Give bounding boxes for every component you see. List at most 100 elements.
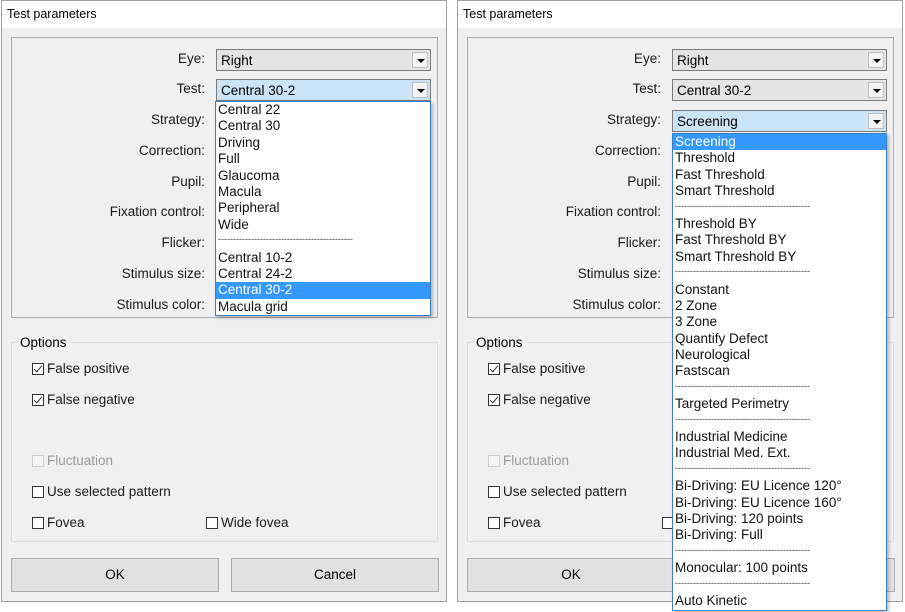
test-label: Test: [176,81,205,96]
fovea-checkbox[interactable]: Fovea [488,515,541,530]
dropdown-option[interactable]: Bi-Driving: EU Licence 120° [673,478,886,494]
fixation-control-label: Fixation control: [109,204,205,219]
checkbox-checked-icon[interactable] [488,394,500,406]
dropdown-option[interactable]: Constant [673,282,886,298]
test-dropdown-list[interactable]: Central 22 Central 30 Driving Full Glaucoma M… [215,101,431,317]
pupil-label: Pupil: [627,174,661,189]
ok-button[interactable]: OK [467,558,675,592]
dropdown-option[interactable]: Smart Threshold BY [673,249,886,265]
false-negative-label: False negative [503,392,591,407]
chevron-down-icon[interactable] [412,82,428,98]
dropdown-separator: ----------------------------------------… [675,544,810,555]
dropdown-option[interactable]: Screening [673,134,886,151]
checkbox-checked-icon[interactable] [488,363,500,375]
checkbox-icon[interactable] [32,517,44,529]
correction-label: Correction: [138,143,205,158]
options-title: Options [18,335,69,350]
dropdown-option[interactable]: Threshold [673,150,886,166]
test-value: Central 30-2 [221,83,296,98]
false-positive-checkbox[interactable]: False positive [488,361,586,376]
fluctuation-label: Fluctuation [47,453,114,468]
fovea-label: Fovea [503,515,541,530]
false-positive-checkbox[interactable]: False positive [32,361,130,376]
dropdown-option[interactable]: Wide [216,217,430,233]
strategy-value: Screening [677,114,738,129]
dropdown-separator: ----------------------------------------… [675,200,810,211]
title-bar: Test parameters [2,1,446,28]
dialog-title: Test parameters [463,7,553,21]
dropdown-option[interactable]: 3 Zone [673,314,886,330]
use-selected-pattern-checkbox[interactable]: Use selected pattern [488,484,627,499]
options-title: Options [474,335,525,350]
dropdown-option[interactable]: Monocular: 100 points [673,560,886,576]
dropdown-option[interactable]: Central 10-2 [216,250,430,266]
dropdown-option[interactable]: Industrial Med. Ext. [673,445,886,461]
checkbox-icon [32,455,44,467]
eye-label: Eye: [177,51,205,66]
dropdown-option[interactable]: Quantify Defect [673,331,886,347]
dropdown-option[interactable]: Targeted Perimetry [673,396,886,412]
dropdown-option[interactable]: 2 Zone [673,298,886,314]
eye-combobox[interactable]: Right [216,49,431,71]
test-combobox[interactable]: Central 30-2 [216,79,431,101]
dropdown-option[interactable]: Auto Kinetic [673,593,886,609]
test-combobox[interactable]: Central 30-2 [672,79,887,101]
strategy-dropdown-list[interactable]: Screening Threshold Fast Threshold Smart Th… [672,133,887,611]
flicker-label: Flicker: [161,235,206,250]
checkbox-icon[interactable] [488,486,500,498]
false-negative-checkbox[interactable]: False negative [488,392,591,407]
fovea-checkbox[interactable]: Fovea [32,515,85,530]
dropdown-option[interactable]: Industrial Medicine [673,429,886,445]
dropdown-option[interactable]: Central 24-2 [216,266,430,282]
wide-fovea-checkbox[interactable]: Wide fovea [206,515,289,530]
title-bar: Test parameters [458,1,902,28]
dropdown-option[interactable]: Full [216,151,430,167]
dropdown-option[interactable]: Macula [216,184,430,200]
dropdown-separator: ----------------------------------------… [218,234,353,245]
chevron-down-icon[interactable] [412,52,428,68]
checkbox-checked-icon[interactable] [32,394,44,406]
cancel-button[interactable]: Cancel [231,558,439,592]
dropdown-option[interactable]: Smart Threshold [673,183,886,199]
dropdown-option[interactable]: Fast Threshold BY [673,232,886,248]
dropdown-option[interactable]: Bi-Driving: Full [673,527,886,543]
checkbox-icon[interactable] [32,486,44,498]
checkbox-checked-icon[interactable] [32,363,44,375]
dropdown-option[interactable]: Neurological [673,347,886,363]
dropdown-option[interactable]: Central 22 [216,102,430,118]
fluctuation-label: Fluctuation [503,453,570,468]
dropdown-option[interactable]: Central 30-2 [216,282,430,299]
use-selected-pattern-checkbox[interactable]: Use selected pattern [32,484,171,499]
dropdown-option[interactable]: Fastscan [673,363,886,379]
checkbox-icon[interactable] [206,517,218,529]
wide-fovea-label: Wide fovea [221,515,289,530]
stimulus-color-label: Stimulus color: [572,297,661,312]
chevron-down-icon[interactable] [868,113,884,129]
dropdown-option[interactable]: Driving [216,135,430,151]
false-negative-checkbox[interactable]: False negative [32,392,135,407]
eye-combobox[interactable]: Right [672,49,887,71]
dropdown-option[interactable]: Threshold BY [673,216,886,232]
ok-button[interactable]: OK [11,558,219,592]
fluctuation-checkbox: Fluctuation [32,453,113,468]
dropdown-option[interactable]: Glaucoma [216,168,430,184]
fovea-label: Fovea [47,515,85,530]
correction-label: Correction: [594,143,661,158]
dropdown-option[interactable]: Fast Threshold [673,167,886,183]
pupil-label: Pupil: [171,174,205,189]
strategy-combobox[interactable]: Screening [672,110,887,132]
dropdown-option[interactable]: Central 30 [216,118,430,134]
dropdown-separator: ----------------------------------------… [675,462,810,473]
test-label: Test: [632,81,661,96]
dropdown-option[interactable]: Bi-Driving: 120 points [673,511,886,527]
chevron-down-icon[interactable] [868,52,884,68]
eye-value: Right [221,53,253,68]
dropdown-option[interactable]: Macula grid [216,299,430,315]
dropdown-option[interactable]: Bi-Driving: EU Licence 160° [673,495,886,511]
chevron-down-icon[interactable] [868,82,884,98]
fixation-control-label: Fixation control: [565,204,661,219]
dropdown-option[interactable]: Peripheral [216,200,430,216]
false-negative-label: False negative [47,392,135,407]
fluctuation-checkbox: Fluctuation [488,453,569,468]
checkbox-icon[interactable] [488,517,500,529]
